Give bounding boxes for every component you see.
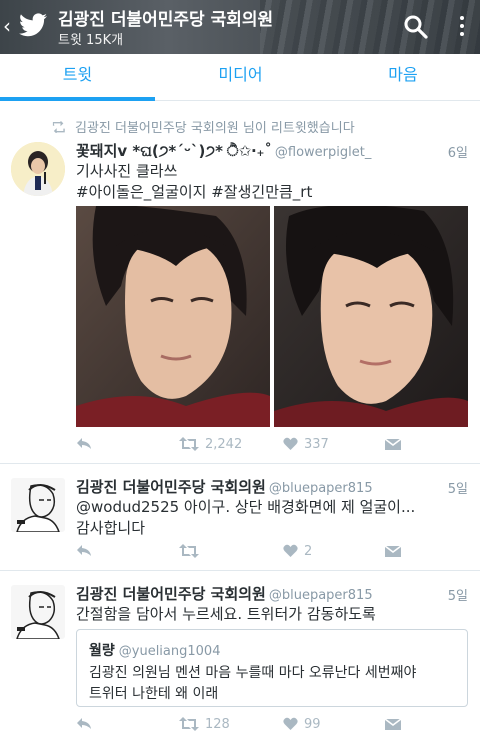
page-title: 김광진 더불어민주당 국회의원 xyxy=(58,10,274,30)
quoted-author-handle: @yueliang1004 xyxy=(118,644,221,659)
search-icon[interactable] xyxy=(403,14,429,40)
like-count: 99 xyxy=(304,717,321,732)
tweet-header: 김광진 더불어민주당 국회의원 @bluepaper815 xyxy=(76,583,373,604)
tweet-count: 트윗 15K개 xyxy=(58,33,124,48)
reply-button[interactable] xyxy=(76,543,92,561)
tweet-text: 기사사진 클라쓰 #아이돌은_얼굴이지 #잘생긴만큼_rt xyxy=(76,161,466,203)
retweet-button[interactable] xyxy=(179,543,205,561)
like-button[interactable]: 337 xyxy=(283,436,329,454)
tweet-actions: 2,242 337 xyxy=(76,436,406,456)
tab-tweets[interactable]: 트윗 xyxy=(0,54,155,100)
tweet-photo[interactable] xyxy=(76,206,270,427)
like-count: 337 xyxy=(304,437,329,452)
profile-tabs: 트윗 미디어 마음 xyxy=(0,54,480,101)
tab-likes[interactable]: 마음 xyxy=(326,54,480,100)
retweet-button[interactable]: 128 xyxy=(179,716,230,734)
tab-media[interactable]: 미디어 xyxy=(163,54,318,100)
tweet-text-line: 감사합니다 xyxy=(76,519,146,537)
author-name[interactable]: 꽃돼지v *ଘ(੭*ˊᵕˋ)੭* ੈ✩‧₊˚ xyxy=(76,142,272,160)
author-handle[interactable]: @flowerpiglet_ xyxy=(275,145,371,160)
quoted-text-line: 김광진 의원님 멘션 마음 누를때 마다 오류난다 세번째야 xyxy=(89,665,417,681)
tweet-header: 꽃돼지v *ଘ(੭*ˊᵕˋ)੭* ੈ✩‧₊˚ @flowerpiglet_ xyxy=(76,140,371,161)
tweet-text-line: 기사사진 클라쓰 xyxy=(76,162,178,180)
author-name[interactable]: 김광진 더불어민주당 국회의원 xyxy=(76,478,266,496)
tweet-header: 김광진 더불어민주당 국회의원 @bluepaper815 xyxy=(76,476,373,497)
quoted-tweet-text: 김광진 의원님 멘션 마음 누를때 마다 오류난다 세번째야 트위터 나한테 왜… xyxy=(89,663,459,705)
avatar[interactable] xyxy=(11,142,65,196)
author-name[interactable]: 김광진 더불어민주당 국회의원 xyxy=(76,585,266,603)
reply-icon xyxy=(77,545,91,556)
tweet-media[interactable] xyxy=(76,206,468,427)
tweet-text-line: 간절함을 담아서 누르세요. 트위터가 감동하도록 xyxy=(76,605,376,623)
tweet-card[interactable]: 김광진 더불어민주당 국회의원 님이 리트윗했습니다 꽃돼지v *ଘ(੭*ˊᵕˋ… xyxy=(0,102,480,464)
tweet-time: 5일 xyxy=(447,589,468,604)
tweet-actions: 2 xyxy=(76,543,406,563)
retweet-icon xyxy=(179,544,199,558)
direct-message-button[interactable] xyxy=(384,716,402,734)
quoted-text-line: 트위터 나한테 왜 이래 xyxy=(89,686,219,702)
quoted-tweet[interactable]: 월량 @yueliang1004 김광진 의원님 멘션 마음 누를때 마다 오류난… xyxy=(76,629,468,707)
heart-icon xyxy=(283,717,298,730)
heart-icon xyxy=(283,437,298,450)
tweet-time: 5일 xyxy=(447,482,468,497)
direct-message-button[interactable] xyxy=(384,543,402,561)
author-handle[interactable]: @bluepaper815 xyxy=(269,481,373,496)
retweet-button[interactable]: 2,242 xyxy=(179,436,242,454)
retweet-context: 김광진 더불어민주당 국회의원 님이 리트윗했습니다 xyxy=(51,117,355,136)
tweet-photo[interactable] xyxy=(274,206,468,427)
direct-message-button[interactable] xyxy=(384,436,402,454)
like-count: 2 xyxy=(304,544,313,559)
retweet-count: 128 xyxy=(205,717,230,732)
reply-icon xyxy=(77,718,91,729)
retweet-count: 2,242 xyxy=(205,437,243,452)
tweet-card[interactable]: 김광진 더불어민주당 국회의원 @bluepaper815 5일 간절함을 담아서… xyxy=(0,571,480,742)
twitter-bird-icon[interactable] xyxy=(19,13,47,37)
tweet-actions: 128 99 xyxy=(76,716,406,736)
retweet-context-text: 김광진 더불어민주당 국회의원 님이 리트윗했습니다 xyxy=(75,121,355,136)
tweet-hashtags[interactable]: #아이돌은_얼굴이지 #잘생긴만큼_rt xyxy=(76,182,466,203)
tweet-card[interactable]: 김광진 더불어민주당 국회의원 @bluepaper815 5일 @wodud25… xyxy=(0,464,480,571)
tweet-time: 6일 xyxy=(447,146,468,161)
envelope-icon xyxy=(384,438,402,450)
quoted-author-name: 월량 xyxy=(89,643,115,659)
author-handle[interactable]: @bluepaper815 xyxy=(269,588,373,603)
reply-icon xyxy=(77,438,91,449)
like-button[interactable]: 99 xyxy=(283,716,321,734)
retweet-icon xyxy=(179,717,199,731)
more-vertical-icon[interactable] xyxy=(455,13,469,41)
tweet-text: @wodud2525 아이구. 상단 배경화면에 제 얼굴이... 감사합니다 xyxy=(76,497,466,539)
reply-button[interactable] xyxy=(76,436,92,454)
retweet-icon xyxy=(52,121,65,133)
active-tab-indicator xyxy=(0,97,155,101)
quoted-tweet-header: 월량 @yueliang1004 xyxy=(89,640,220,660)
tweet-text-line: @wodud2525 아이구. 상단 배경화면에 제 얼굴이... xyxy=(76,498,416,516)
envelope-icon xyxy=(384,718,402,730)
avatar[interactable] xyxy=(11,585,65,639)
like-button[interactable]: 2 xyxy=(283,543,312,561)
heart-icon xyxy=(283,544,298,557)
envelope-icon xyxy=(384,545,402,557)
header-background-texture xyxy=(260,0,480,54)
reply-button[interactable] xyxy=(76,716,92,734)
app-bar: ‹ 김광진 더불어민주당 국회의원 트윗 15K개 xyxy=(0,0,480,54)
back-chevron-icon[interactable]: ‹ xyxy=(3,14,11,38)
avatar[interactable] xyxy=(11,478,65,532)
tweet-text: 간절함을 담아서 누르세요. 트위터가 감동하도록 xyxy=(76,604,466,625)
retweet-icon xyxy=(179,437,199,451)
